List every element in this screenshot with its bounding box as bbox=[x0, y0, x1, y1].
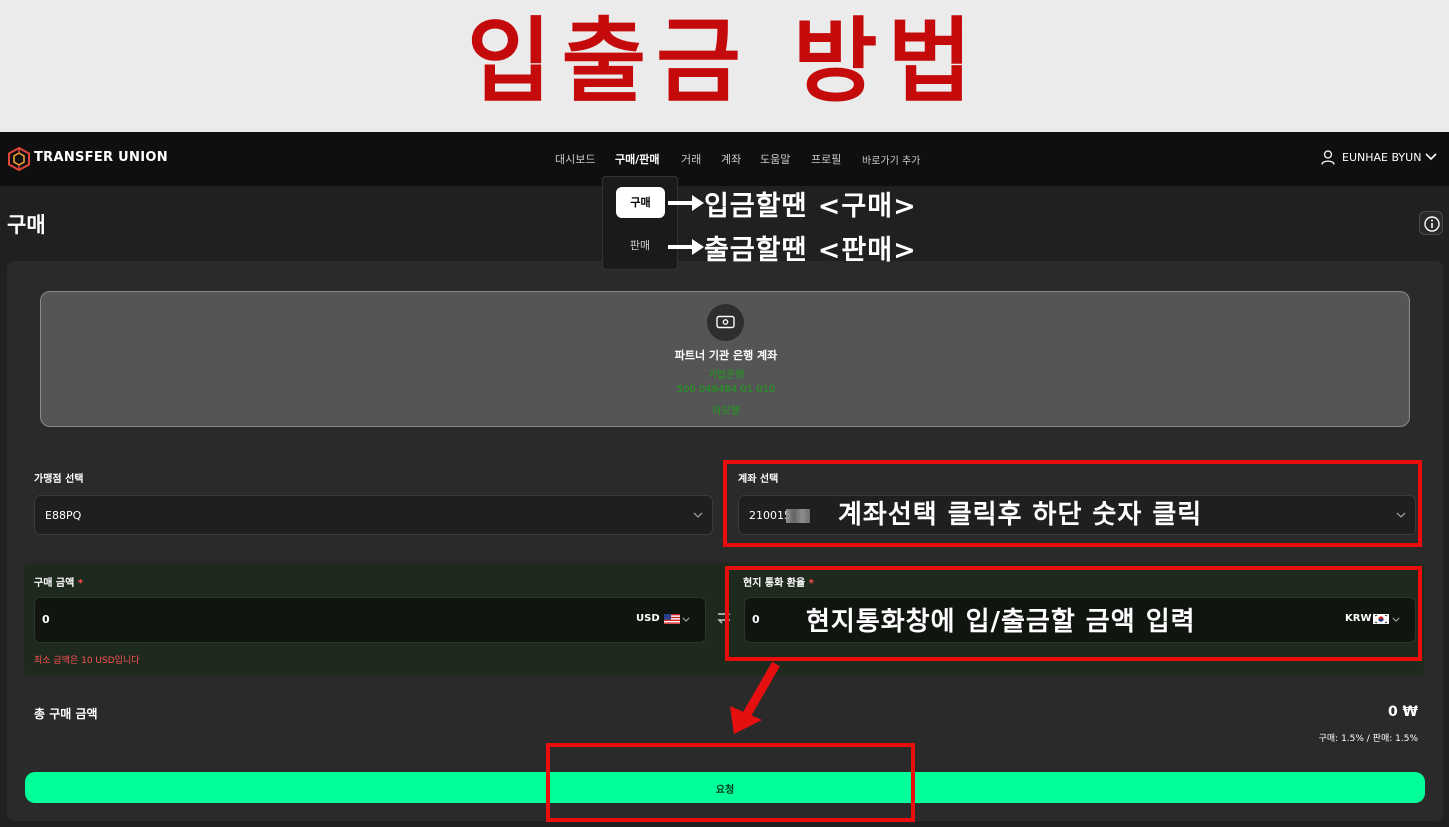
min-amount-note: 최소 금액은 10 USD입니다 bbox=[34, 656, 140, 666]
cash-icon bbox=[716, 315, 735, 329]
brand-name[interactable]: TRANSFER UNION bbox=[34, 150, 168, 165]
user-name[interactable]: EUNHAE BYUN bbox=[1342, 151, 1421, 164]
bank-account-holder: 아모웹 bbox=[712, 406, 740, 417]
usd-currency-select[interactable]: USD bbox=[636, 613, 660, 624]
fee-note: 구매: 1.5% / 판매: 1.5% bbox=[1318, 734, 1418, 744]
bank-name: 기업은행 bbox=[707, 370, 745, 381]
top-navbar: TRANSFER UNION 대시보드 구매/판매 거래 계좌 도움말 프로필 … bbox=[0, 132, 1449, 186]
chevron-down-icon bbox=[682, 617, 690, 622]
nav-dashboard[interactable]: 대시보드 bbox=[555, 151, 595, 167]
nav-help[interactable]: 도움말 bbox=[760, 151, 790, 167]
nav-add-shortcut[interactable]: 바로가기 추가 bbox=[862, 152, 920, 167]
info-icon bbox=[1424, 216, 1440, 232]
nav-trade[interactable]: 거래 bbox=[681, 151, 701, 167]
total-label: 총 구매 금액 bbox=[34, 707, 98, 721]
annotation-box-request bbox=[546, 743, 915, 822]
arrow-down-icon bbox=[730, 661, 780, 734]
total-value: 0 ₩ bbox=[1387, 704, 1418, 720]
merchant-label: 가맹점 선택 bbox=[34, 474, 84, 485]
info-button[interactable] bbox=[1419, 211, 1443, 235]
page-title: 구매 bbox=[7, 213, 46, 237]
bank-label: 파트너 기관 은행 계좌 bbox=[674, 349, 778, 362]
annotation-amount-hint: 현지통화창에 입/출금할 금액 입력 bbox=[806, 607, 1196, 637]
dropdown-item-sell[interactable]: 판매 bbox=[615, 230, 665, 261]
merchant-value: E88PQ bbox=[45, 509, 82, 522]
banner-title: 입출금 방법 bbox=[466, 8, 983, 115]
app-window: TRANSFER UNION 대시보드 구매/판매 거래 계좌 도움말 프로필 … bbox=[0, 132, 1449, 827]
partner-bank-card: 파트너 기관 은행 계좌 기업은행 500 048484 01 010 아모웹 bbox=[40, 291, 1410, 427]
dropdown-item-buy[interactable]: 구매 bbox=[616, 187, 665, 218]
instruction-banner: 입출금 방법 bbox=[0, 0, 1449, 132]
arrow-right-icon bbox=[668, 195, 704, 211]
logo-icon[interactable] bbox=[8, 147, 30, 171]
buy-amount-input[interactable]: 0 USD bbox=[34, 597, 706, 643]
us-flag-icon bbox=[664, 614, 680, 624]
nav-account[interactable]: 계좌 bbox=[721, 151, 741, 167]
chevron-down-icon bbox=[693, 512, 703, 518]
bank-icon-wrap bbox=[707, 304, 744, 341]
buy-amount-value: 0 bbox=[42, 613, 50, 626]
bank-account-number: 500 048484 01 010 bbox=[676, 384, 776, 395]
buy-amount-label: 구매 금액 * bbox=[34, 578, 84, 589]
annotation-account-hint: 계좌선택 클릭후 하단 숫자 클릭 bbox=[838, 500, 1203, 530]
nav-profile[interactable]: 프로필 bbox=[811, 151, 841, 167]
arrow-right-icon bbox=[668, 239, 704, 255]
merchant-select[interactable]: E88PQ bbox=[34, 495, 713, 535]
annotation-withdraw: 출금할땐 <판매> bbox=[704, 235, 917, 266]
nav-buy-sell[interactable]: 구매/판매 bbox=[615, 151, 660, 167]
user-icon[interactable] bbox=[1321, 150, 1335, 165]
chevron-down-icon[interactable] bbox=[1425, 152, 1437, 162]
annotation-deposit: 입금할땐 <구매> bbox=[704, 191, 917, 222]
